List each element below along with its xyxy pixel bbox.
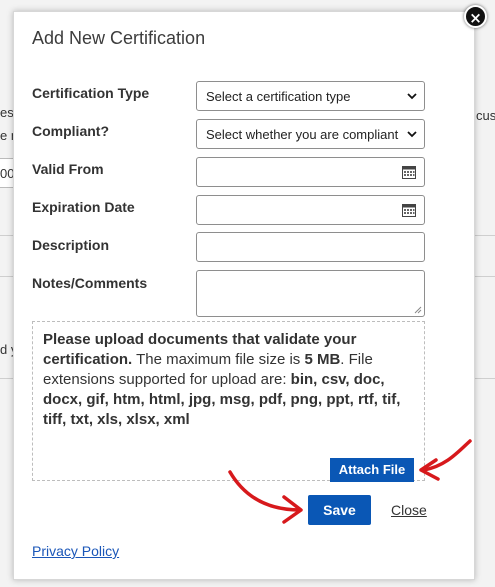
- certification-type-value: Select a certification type: [206, 89, 351, 104]
- annotation-arrow-icon: [228, 470, 303, 524]
- privacy-policy-link[interactable]: Privacy Policy: [32, 543, 119, 559]
- chevron-down-icon: [407, 93, 417, 100]
- background-divider: [0, 276, 13, 277]
- background-text: cus: [476, 108, 495, 123]
- notes-textarea[interactable]: [196, 270, 425, 317]
- background-divider: [475, 235, 495, 236]
- background-divider: [475, 276, 495, 277]
- background-divider: [0, 235, 13, 236]
- upload-dropzone: Please upload documents that validate yo…: [32, 321, 425, 482]
- compliant-select[interactable]: Select whether you are compliant ...: [196, 119, 425, 149]
- certification-type-select[interactable]: Select a certification type: [196, 81, 425, 111]
- certification-type-label: Certification Type: [32, 85, 150, 101]
- save-button[interactable]: Save: [308, 495, 371, 525]
- max-file-size: 5 MB: [304, 351, 341, 368]
- background-divider: [475, 378, 495, 379]
- expiration-date-input[interactable]: [196, 195, 425, 225]
- calendar-icon[interactable]: [402, 165, 416, 179]
- calendar-icon[interactable]: [402, 203, 416, 217]
- background-divider: [0, 378, 13, 379]
- compliant-value: Select whether you are compliant ...: [206, 127, 402, 142]
- notes-label: Notes/Comments: [32, 275, 148, 291]
- chevron-down-icon: [407, 131, 417, 138]
- upload-instructions: Please upload documents that validate yo…: [43, 330, 413, 430]
- expiration-date-label: Expiration Date: [32, 199, 135, 215]
- attach-file-button[interactable]: Attach File: [330, 458, 414, 482]
- close-icon[interactable]: ×: [464, 5, 487, 28]
- description-input[interactable]: [196, 232, 425, 262]
- valid-from-label: Valid From: [32, 161, 104, 177]
- resize-grip-icon[interactable]: [414, 306, 422, 314]
- dialog-title: Add New Certification: [32, 28, 206, 48]
- upload-text: The maximum file size is: [132, 351, 305, 368]
- valid-from-date-input[interactable]: [196, 157, 425, 187]
- close-link[interactable]: Close: [391, 502, 427, 518]
- description-label: Description: [32, 237, 110, 253]
- annotation-arrow-icon: [419, 439, 472, 481]
- compliant-label: Compliant?: [32, 123, 109, 139]
